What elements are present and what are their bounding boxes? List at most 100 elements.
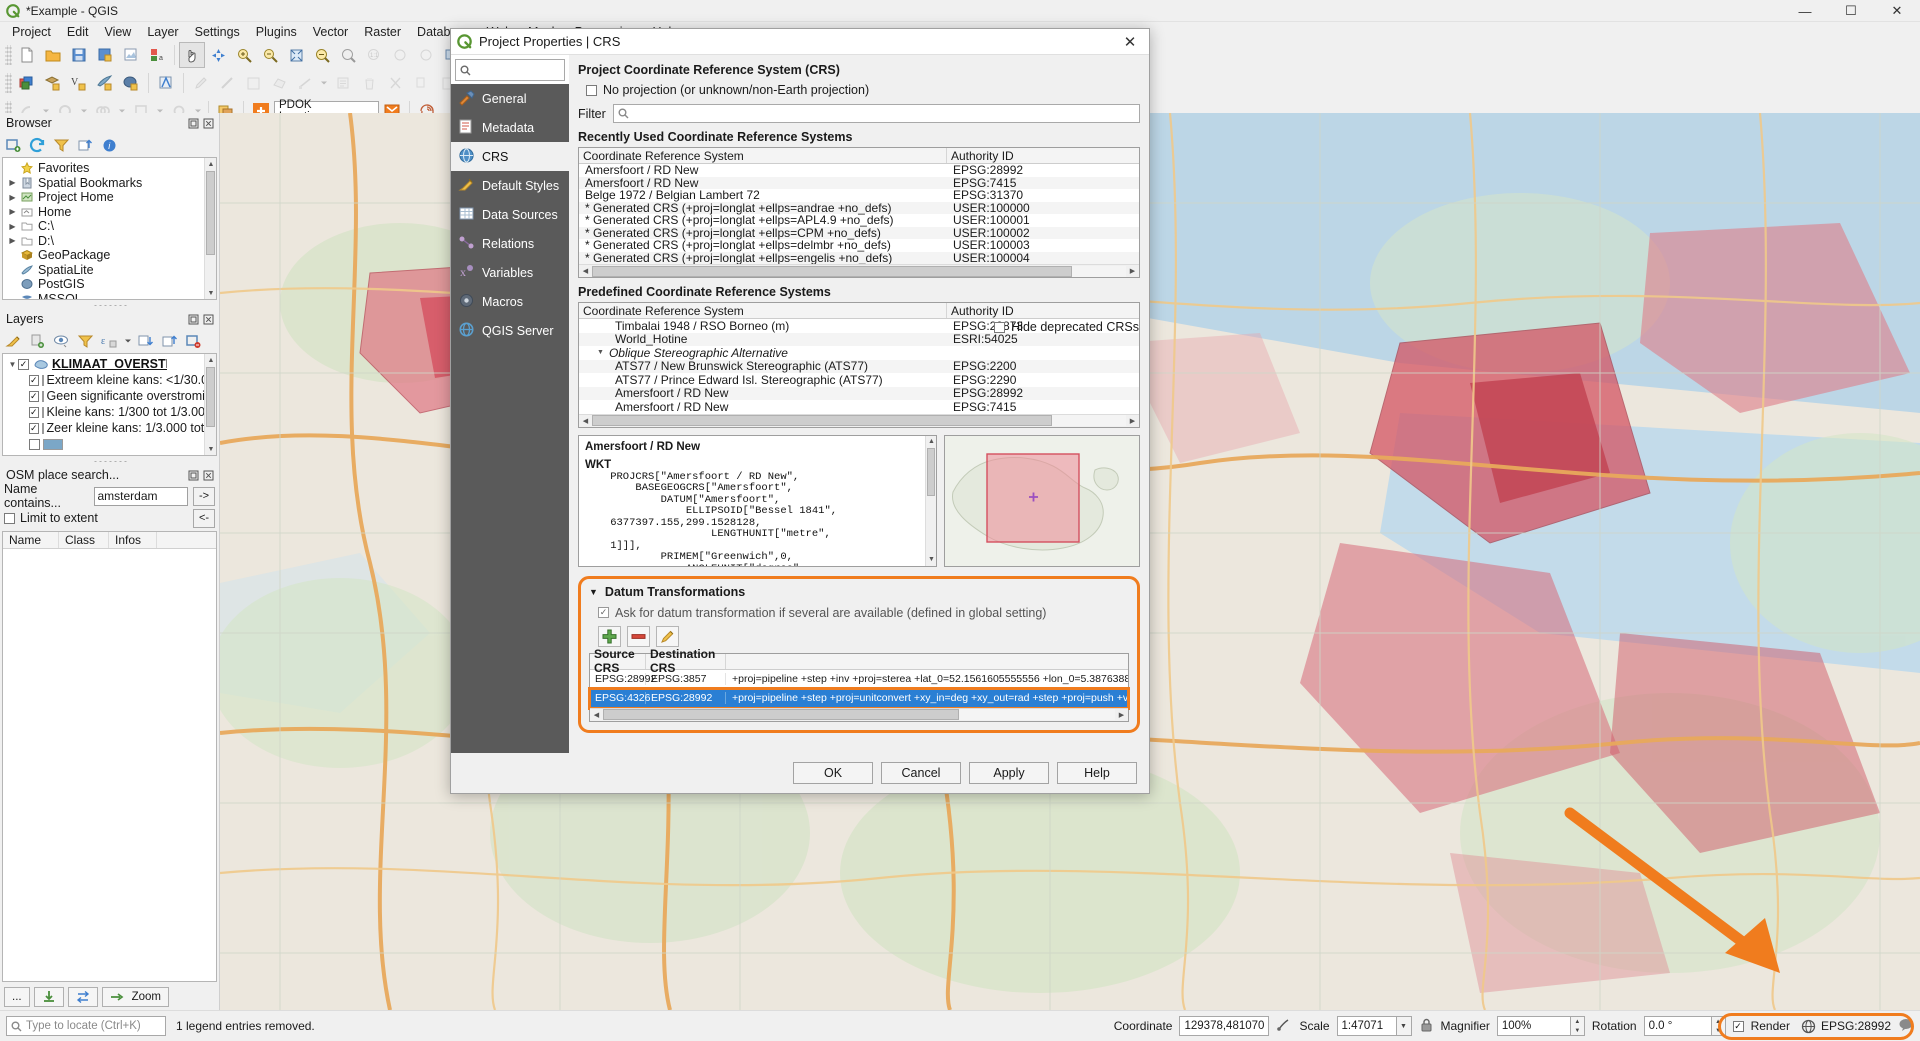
zoom-to-selection-icon[interactable]: [309, 42, 335, 68]
browser-item-project-home[interactable]: ▶ Project Home: [3, 190, 216, 205]
nav-item-qgis-server[interactable]: QGIS Server: [451, 316, 569, 345]
zoom-in-icon[interactable]: [231, 42, 257, 68]
legend-checkbox[interactable]: ✓: [29, 423, 39, 434]
table-row[interactable]: ATS77 / New Brunswick Stereographic (ATS…: [579, 360, 1139, 374]
crs-status-group[interactable]: EPSG:28992: [1801, 1019, 1891, 1034]
coordinate-toggle-icon[interactable]: [1276, 1017, 1292, 1036]
browser-item-mssql[interactable]: MSSQL: [3, 292, 216, 301]
osm-col-infos[interactable]: Infos: [109, 532, 157, 548]
save-layer-edits-icon[interactable]: [240, 70, 266, 96]
zoom-to-layer-icon[interactable]: [335, 42, 361, 68]
pan-map-icon[interactable]: [179, 42, 205, 68]
messages-icon[interactable]: [1898, 1017, 1914, 1036]
recent-crs-table[interactable]: Coordinate Reference System Authority ID…: [578, 147, 1140, 278]
ask-datum-transform-checkbox[interactable]: ✓: [598, 607, 609, 618]
panel-splitter-1[interactable]: [0, 302, 219, 309]
panel-splitter-2[interactable]: [0, 458, 219, 465]
browser-item-c-drive[interactable]: ▶ C:\: [3, 219, 216, 234]
add-postgis-layer-icon[interactable]: [118, 70, 144, 96]
ok-button[interactable]: OK: [793, 762, 873, 784]
modify-attributes-icon[interactable]: [330, 70, 356, 96]
browser-item-geopackage[interactable]: GeoPackage: [3, 248, 216, 263]
apply-button[interactable]: Apply: [969, 762, 1049, 784]
limit-to-extent-checkbox[interactable]: [4, 513, 15, 524]
recent-crs-hscroll[interactable]: ◀ ▶: [579, 264, 1139, 277]
add-mssql-layer-icon[interactable]: [153, 70, 179, 96]
scroll-thumb[interactable]: [592, 266, 1072, 277]
legend-entry[interactable]: ✓ Extreem kleine kans: <1/30.000: [3, 372, 216, 388]
remove-datum-transform-button[interactable]: [627, 626, 650, 647]
layers-tree[interactable]: ▼ ✓ KLIMAAT_OVERSTROMING_corr... ✓ Extre…: [2, 353, 217, 456]
scroll-down-icon[interactable]: ▼: [205, 443, 217, 455]
vertex-tool-dropdown-icon[interactable]: [318, 70, 330, 96]
dialog-close-icon[interactable]: ✕: [1117, 30, 1143, 54]
predefined-crs-hscroll[interactable]: ◀ ▶: [579, 414, 1139, 427]
menu-vector[interactable]: Vector: [305, 23, 356, 41]
browser-info-icon[interactable]: i: [98, 134, 121, 156]
scroll-thumb[interactable]: [603, 709, 959, 720]
toolbar-grip[interactable]: [5, 45, 12, 65]
table-row[interactable]: Amersfoort / RD NewEPSG:28992: [579, 164, 1139, 177]
osm-col-name[interactable]: Name: [3, 532, 59, 548]
more-options-button[interactable]: ...: [4, 987, 30, 1007]
table-row[interactable]: Amersfoort / RD NewEPSG:7415: [579, 400, 1139, 414]
expand-all-icon[interactable]: [134, 330, 157, 352]
scroll-thumb[interactable]: [206, 367, 215, 427]
browser-item-spatialite[interactable]: SpatiaLite: [3, 263, 216, 278]
open-layer-styling-icon[interactable]: [2, 330, 25, 352]
nav-item-metadata[interactable]: Metadata: [451, 113, 569, 142]
edit-datum-transform-button[interactable]: [656, 626, 679, 647]
scroll-right-icon[interactable]: ▶: [1115, 708, 1128, 721]
add-group-icon[interactable]: [26, 330, 49, 352]
toggle-editing-icon[interactable]: [188, 70, 214, 96]
open-data-source-manager-icon[interactable]: [14, 70, 40, 96]
filter-legend-icon[interactable]: [74, 330, 97, 352]
scroll-thumb[interactable]: [592, 415, 1052, 426]
menu-layer[interactable]: Layer: [139, 23, 186, 41]
table-row[interactable]: * Generated CRS (+proj=longlat +ellps=AP…: [579, 214, 1139, 227]
add-layer-icon[interactable]: [2, 134, 25, 156]
scroll-down-icon[interactable]: ▼: [205, 287, 217, 299]
menu-view[interactable]: View: [96, 23, 139, 41]
save-project-icon[interactable]: [66, 42, 92, 68]
nav-item-variables[interactable]: x Variables: [451, 258, 569, 287]
table-row-group[interactable]: ▼ Oblique Stereographic Alternative: [579, 346, 1139, 360]
table-row[interactable]: Amersfoort / RD NewEPSG:7415: [579, 177, 1139, 190]
open-project-icon[interactable]: [40, 42, 66, 68]
scroll-left-icon[interactable]: ◀: [579, 265, 592, 278]
nav-item-relations[interactable]: Relations: [451, 229, 569, 258]
legend-checkbox[interactable]: ✓: [29, 391, 39, 402]
coordinate-value[interactable]: 129378,481070: [1179, 1016, 1269, 1036]
project-properties-dialog[interactable]: Project Properties | CRS ✕ General Metad…: [450, 28, 1150, 794]
cut-features-icon[interactable]: [382, 70, 408, 96]
zoom-last-icon[interactable]: [387, 42, 413, 68]
zoom-full-icon[interactable]: [283, 42, 309, 68]
delete-selected-icon[interactable]: [356, 70, 382, 96]
menu-project[interactable]: Project: [4, 23, 59, 41]
browser-float-icon[interactable]: [187, 117, 200, 130]
scroll-thumb[interactable]: [206, 171, 215, 255]
browser-item-d-drive[interactable]: ▶ D:\: [3, 234, 216, 249]
wkt-box[interactable]: Amersfoort / RD New WKT PROJCRS["Amersfo…: [578, 435, 937, 567]
rotation-value[interactable]: 0.0 °: [1644, 1016, 1712, 1036]
menu-settings[interactable]: Settings: [187, 23, 248, 41]
table-row[interactable]: EPSG:28992 EPSG:3857 +proj=pipeline +ste…: [590, 670, 1128, 689]
col-authority[interactable]: Authority ID: [947, 148, 1139, 163]
col-authority[interactable]: Authority ID: [947, 303, 1139, 318]
scroll-up-icon[interactable]: ▲: [205, 354, 217, 366]
scroll-up-icon[interactable]: ▲: [205, 158, 217, 170]
table-row[interactable]: * Generated CRS (+proj=longlat +ellps=CP…: [579, 227, 1139, 240]
col-proj-definition[interactable]: [726, 654, 1128, 669]
browser-item-favorites[interactable]: Favorites: [3, 161, 216, 176]
table-row[interactable]: ATS77 / Prince Edward Isl. Stereographic…: [579, 373, 1139, 387]
browser-tree[interactable]: Favorites ▶ Spatial Bookmarks ▶ Project …: [2, 157, 217, 300]
osm-back-button[interactable]: <-: [193, 509, 215, 528]
add-raster-layer-icon[interactable]: V: [66, 70, 92, 96]
scroll-thumb[interactable]: [927, 448, 935, 496]
osm-go-button[interactable]: ->: [193, 487, 215, 506]
manage-visibility-icon[interactable]: [50, 330, 73, 352]
table-row[interactable]: Belge 1972 / Belgian Lambert 72EPSG:3137…: [579, 189, 1139, 202]
expander[interactable]: ▶: [7, 222, 18, 231]
osm-results-table[interactable]: Name Class Infos: [2, 531, 217, 982]
browser-close-icon[interactable]: [202, 117, 215, 130]
